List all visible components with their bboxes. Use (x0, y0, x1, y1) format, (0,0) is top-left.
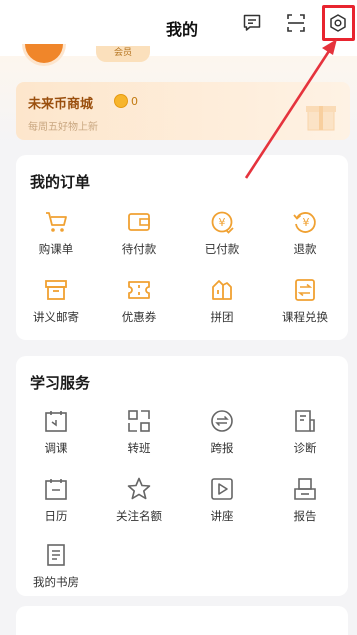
group-buy-icon (212, 280, 232, 300)
service-item-label: 关注名额 (116, 509, 162, 523)
svg-text:¥: ¥ (303, 216, 310, 229)
wallet-icon (128, 213, 150, 231)
service-item-cross-register[interactable]: 跨报 (187, 408, 257, 456)
service-item-label: 转班 (127, 441, 151, 455)
star-icon (127, 477, 151, 500)
order-item-group-buy[interactable]: 拼团 (187, 277, 257, 325)
services-title: 学习服务 (30, 374, 91, 392)
service-item-calendar[interactable]: 日历 (21, 476, 91, 524)
coin-balance: 0 (114, 93, 142, 109)
orders-title: 我的订单 (30, 173, 91, 191)
coupon-icon (128, 281, 150, 299)
service-item-my-study[interactable]: 我的书房 (21, 542, 91, 590)
service-item-label: 报告 (293, 509, 317, 523)
order-item-label: 讲义邮寄 (33, 310, 79, 324)
order-item-cart[interactable]: 购课单 (21, 209, 91, 257)
calendar-adjust-icon (45, 411, 67, 432)
play-icon (211, 478, 233, 500)
service-item-label: 诊断 (293, 441, 317, 455)
order-item-refund[interactable]: ¥ 退款 (270, 209, 340, 257)
calendar-icon (45, 479, 67, 500)
service-item-label: 调课 (44, 441, 68, 455)
service-item-label: 日历 (44, 509, 68, 523)
page-title: 我的 (165, 20, 198, 39)
bookshelf-icon (47, 544, 65, 566)
service-item-lecture[interactable]: 讲座 (187, 476, 257, 524)
order-item-label: 拼团 (210, 310, 234, 324)
order-item-label: 待付款 (121, 242, 157, 256)
grid-swap-icon (128, 410, 150, 432)
study-services-card: 学习服务 调课 转班 跨报 诊断 日历 关注名额 讲座 报告 我的书房 (16, 356, 348, 596)
report-icon (294, 478, 316, 500)
order-item-handout-mail[interactable]: 讲义邮寄 (21, 277, 91, 325)
coin-icon (114, 94, 128, 108)
order-item-coupon[interactable]: 优惠券 (104, 277, 174, 325)
service-item-diagnosis[interactable]: 诊断 (270, 408, 340, 456)
exchange-icon (295, 279, 315, 301)
settings-highlight-box (322, 5, 355, 41)
svg-text:¥: ¥ (219, 216, 226, 229)
order-item-label: 优惠券 (121, 310, 157, 324)
vip-badge[interactable]: 会员 (96, 46, 150, 62)
service-item-label: 讲座 (210, 509, 234, 523)
diagnosis-doc-icon (295, 410, 315, 432)
coin-mall-subtitle: 每周五好物上新 (28, 122, 98, 133)
next-card-peek (16, 606, 348, 635)
cross-register-icon (211, 410, 233, 432)
cart-icon (46, 212, 67, 232)
orders-card: 我的订单 购课单 待付款 ¥ 已付款 ¥ 退款 讲义邮寄 优惠券 拼团 课程兑换 (16, 155, 348, 340)
gift-icon (306, 106, 336, 131)
coin-count: 0 (131, 94, 138, 108)
order-item-label: 课程兑换 (282, 310, 328, 324)
order-item-course-exchange[interactable]: 课程兑换 (270, 277, 340, 325)
service-item-transfer-class[interactable]: 转班 (104, 408, 174, 456)
box-icon (45, 280, 67, 300)
coin-mall-card[interactable]: 未来币商城 0 每周五好物上新 (16, 82, 350, 140)
message-icon[interactable] (240, 11, 264, 35)
order-item-paid[interactable]: ¥ 已付款 (187, 209, 257, 257)
order-item-label: 已付款 (204, 242, 240, 256)
scan-icon[interactable] (284, 11, 308, 35)
service-item-report[interactable]: 报告 (270, 476, 340, 524)
refund-icon: ¥ (293, 212, 316, 233)
service-item-label: 我的书房 (33, 575, 79, 589)
paid-coin-icon: ¥ (211, 211, 234, 234)
coin-mall-title: 未来币商城 (28, 97, 94, 112)
order-item-label: 退款 (293, 242, 317, 256)
service-item-label: 跨报 (210, 441, 234, 455)
service-item-follow-quota[interactable]: 关注名额 (104, 476, 174, 524)
order-item-label: 购课单 (38, 242, 74, 256)
order-item-pending[interactable]: 待付款 (104, 209, 174, 257)
service-item-reschedule[interactable]: 调课 (21, 408, 91, 456)
